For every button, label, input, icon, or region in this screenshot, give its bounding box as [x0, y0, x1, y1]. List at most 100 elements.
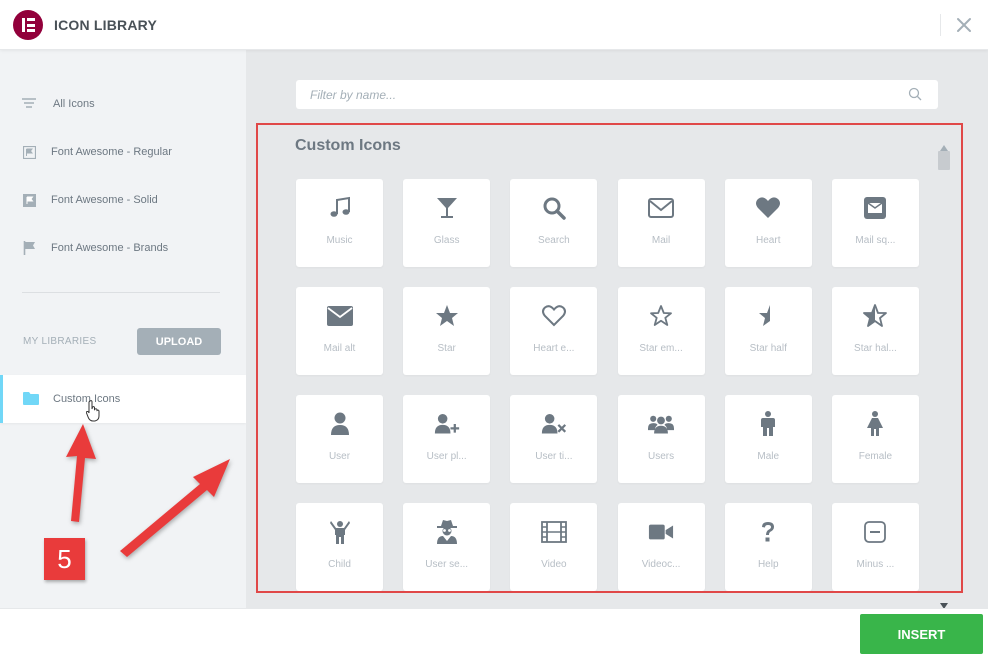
icon-tile[interactable]: Heart: [724, 179, 812, 267]
icon-name: User ti...: [535, 451, 573, 462]
folder-icon: [23, 392, 39, 406]
icon-name: Users: [648, 451, 675, 462]
icon-tile[interactable]: Music: [296, 179, 383, 267]
icon-name: Star half: [749, 343, 787, 354]
search-icon[interactable]: [908, 87, 923, 102]
icon-tile[interactable]: Mail sq...: [831, 179, 919, 267]
list-icon: [22, 97, 36, 111]
icon-name: Star: [437, 343, 456, 354]
star-half-icon: [755, 303, 781, 329]
videocam-icon: [648, 519, 674, 545]
icon-tile[interactable]: Minus ...: [831, 503, 919, 591]
female-icon: [862, 411, 888, 437]
icon-tile[interactable]: Search: [510, 179, 598, 267]
insert-button[interactable]: INSERT: [860, 614, 983, 654]
icon-tile[interactable]: Star: [403, 287, 491, 375]
flag-icon: [22, 241, 36, 255]
my-libraries-heading: MY LIBRARIES: [23, 336, 97, 347]
sidebar-divider: [22, 292, 220, 293]
user-plus-icon: [434, 411, 460, 437]
icon-name: Female: [858, 451, 893, 462]
sidebar-item-label: Font Awesome - Regular: [51, 146, 172, 158]
icon-name: Child: [328, 559, 351, 570]
icon-tile[interactable]: Star hal...: [831, 287, 919, 375]
sidebar-item-fa-solid[interactable]: Font Awesome - Solid: [22, 190, 158, 210]
icon-tile[interactable]: Child: [296, 503, 383, 591]
icon-name: User se...: [425, 559, 469, 570]
star-half-alt-icon: [862, 303, 888, 329]
sidebar-item-label: Font Awesome - Solid: [51, 194, 158, 206]
icon-tile[interactable]: Video: [510, 503, 598, 591]
icon-name: Male: [757, 451, 780, 462]
scroll-up-icon[interactable]: [940, 138, 948, 151]
scroll-down-icon[interactable]: [940, 596, 948, 609]
icon-tile[interactable]: Male: [724, 395, 812, 483]
icon-tile[interactable]: User: [296, 395, 383, 483]
sidebar-item-fa-brands[interactable]: Font Awesome - Brands: [22, 238, 168, 258]
sidebar-item-label: Font Awesome - Brands: [51, 242, 169, 254]
icon-name: Glass: [433, 235, 460, 246]
help-icon: [755, 519, 781, 545]
icon-tile[interactable]: Star half: [724, 287, 812, 375]
icon-tile[interactable]: Videoc...: [617, 503, 705, 591]
heart-empty-icon: [541, 303, 567, 329]
icon-name: Heart e...: [533, 343, 575, 354]
sidebar: All Icons Font Awesome - Regular Font Aw…: [0, 50, 246, 608]
flag-icon: [22, 193, 36, 207]
sidebar-item-custom-icons[interactable]: Custom Icons: [0, 375, 246, 423]
sidebar-item-all-icons[interactable]: All Icons: [22, 94, 95, 114]
user-times-icon: [541, 411, 567, 437]
step-number-badge: 5: [44, 538, 85, 580]
user-secret-icon: [434, 519, 460, 545]
icon-tile[interactable]: Heart e...: [510, 287, 598, 375]
video-icon: [540, 519, 567, 545]
minus-square-icon: [862, 519, 888, 545]
modal-header: ICON LIBRARY: [0, 0, 988, 50]
glass-icon: [434, 195, 460, 221]
sidebar-item-label: All Icons: [53, 98, 95, 110]
icon-name: User pl...: [426, 451, 467, 462]
icon-tile[interactable]: Female: [831, 395, 919, 483]
icon-grid: Music Glass Search Mail Heart Mail sq...…: [296, 179, 924, 591]
icon-name: Music: [326, 235, 353, 246]
mail-icon: [648, 195, 675, 221]
icon-tile[interactable]: Star em...: [617, 287, 705, 375]
mail-alt-icon: [326, 303, 353, 329]
icon-tile[interactable]: Mail: [617, 179, 705, 267]
header-divider: [940, 14, 941, 36]
male-icon: [755, 411, 781, 437]
icon-name: Videoc...: [641, 559, 681, 570]
icon-name: Heart: [756, 235, 781, 246]
star-empty-icon: [648, 303, 674, 329]
close-icon[interactable]: [952, 13, 976, 37]
icon-tile[interactable]: Users: [617, 395, 705, 483]
modal-title: ICON LIBRARY: [54, 17, 157, 33]
icon-browser: Custom Icons Music Glass Search Mail Hea…: [246, 50, 988, 609]
upload-button[interactable]: UPLOAD: [137, 328, 221, 355]
icon-name: Mail: [651, 235, 671, 246]
section-title: Custom Icons: [295, 137, 401, 154]
mail-square-icon: [862, 195, 888, 221]
icon-name: User: [328, 451, 351, 462]
icon-tile[interactable]: User ti...: [510, 395, 598, 483]
icon-tile[interactable]: User se...: [403, 503, 491, 591]
search-icon: [541, 195, 567, 221]
icon-name: Minus ...: [856, 559, 895, 570]
icon-name: Mail alt: [323, 343, 356, 354]
icon-tile[interactable]: Glass: [403, 179, 491, 267]
sidebar-item-fa-regular[interactable]: Font Awesome - Regular: [22, 142, 172, 162]
search-input[interactable]: [296, 80, 938, 109]
icon-name: Mail sq...: [855, 235, 896, 246]
users-icon: [648, 411, 675, 437]
icon-name: Video: [541, 559, 567, 570]
icon-tile[interactable]: User pl...: [403, 395, 491, 483]
icon-tile[interactable]: Help: [724, 503, 812, 591]
modal-footer: [0, 608, 988, 658]
icon-tile[interactable]: Mail alt: [296, 287, 383, 375]
icon-name: Star hal...: [854, 343, 897, 354]
hand-cursor-icon: [85, 400, 102, 422]
scrollbar-thumb[interactable]: [938, 151, 950, 170]
music-icon: [327, 195, 353, 221]
icon-name: Star em...: [639, 343, 683, 354]
user-icon: [327, 411, 353, 437]
